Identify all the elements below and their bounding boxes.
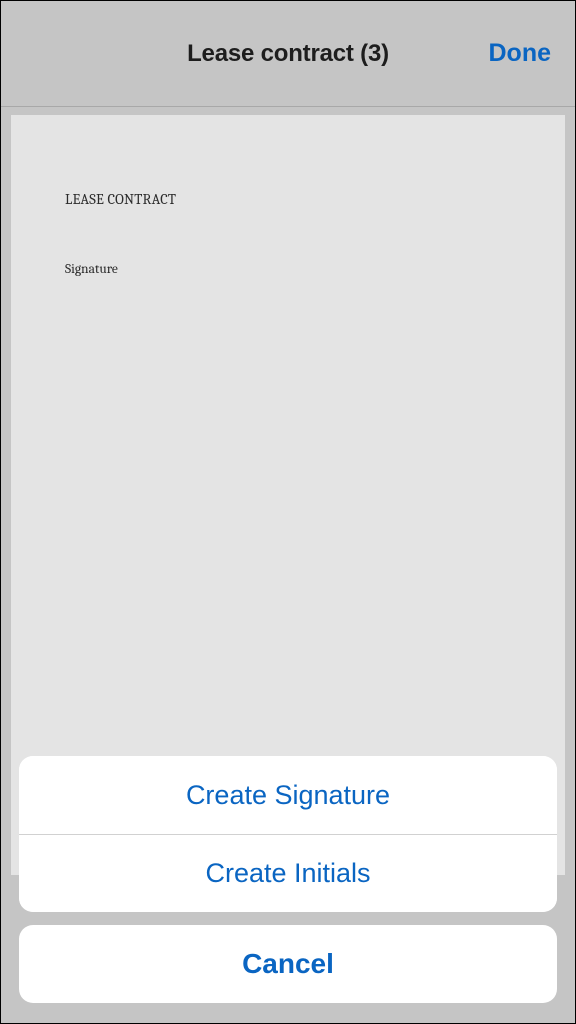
- document-heading: LEASE CONTRACT: [65, 191, 511, 208]
- page-title: Lease contract (3): [187, 40, 389, 68]
- create-initials-button[interactable]: Create Initials: [19, 834, 557, 912]
- cancel-button[interactable]: Cancel: [19, 925, 557, 1003]
- done-button[interactable]: Done: [489, 39, 552, 68]
- navigation-bar: Lease contract (3) Done: [1, 1, 575, 107]
- action-sheet-options: Create Signature Create Initials: [19, 756, 557, 912]
- action-sheet: Create Signature Create Initials Cancel: [1, 756, 575, 1023]
- action-sheet-cancel-group: Cancel: [19, 925, 557, 1003]
- signature-field-label: Signature: [65, 262, 511, 277]
- create-signature-button[interactable]: Create Signature: [19, 756, 557, 834]
